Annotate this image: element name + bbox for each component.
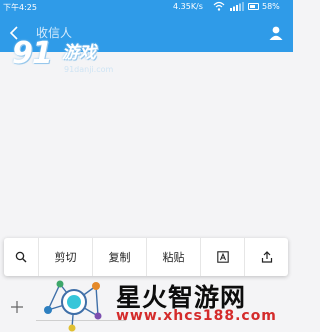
search-button[interactable] bbox=[4, 238, 38, 276]
search-icon bbox=[15, 251, 27, 263]
network-speed: 4.35K/s bbox=[173, 2, 203, 11]
watermark-91-url: 91danji.com bbox=[64, 65, 114, 74]
status-time: 下午4:25 bbox=[3, 3, 37, 12]
status-bar: 下午4:25 4.35K/s 58% bbox=[0, 0, 293, 14]
watermark-91danji: 91 游戏 91danji.com bbox=[12, 36, 122, 86]
watermark-91-text: 游戏 bbox=[62, 43, 96, 63]
watermark-xhcs188: 星火智游网 www.xhcs188.com bbox=[38, 274, 293, 332]
text-selection-toolbar: 剪切 复制 粘贴 bbox=[4, 238, 288, 276]
person-icon[interactable] bbox=[267, 24, 285, 42]
text-format-button[interactable] bbox=[200, 238, 244, 276]
watermark-xhcs-url: www.xhcs188.com bbox=[116, 308, 277, 324]
watermark-network-logo bbox=[44, 280, 102, 332]
watermark-91-logo: 91 bbox=[12, 36, 53, 71]
wifi-icon bbox=[213, 1, 225, 11]
share-icon bbox=[261, 251, 272, 263]
paste-button[interactable]: 粘贴 bbox=[146, 238, 200, 276]
battery-percent: 58% bbox=[262, 2, 280, 11]
share-button[interactable] bbox=[244, 238, 288, 276]
cut-button[interactable]: 剪切 bbox=[38, 238, 92, 276]
text-format-icon bbox=[216, 251, 229, 263]
plus-icon[interactable] bbox=[10, 300, 24, 314]
copy-button[interactable]: 复制 bbox=[92, 238, 146, 276]
battery-icon bbox=[248, 3, 259, 10]
signal-icon bbox=[230, 2, 244, 11]
